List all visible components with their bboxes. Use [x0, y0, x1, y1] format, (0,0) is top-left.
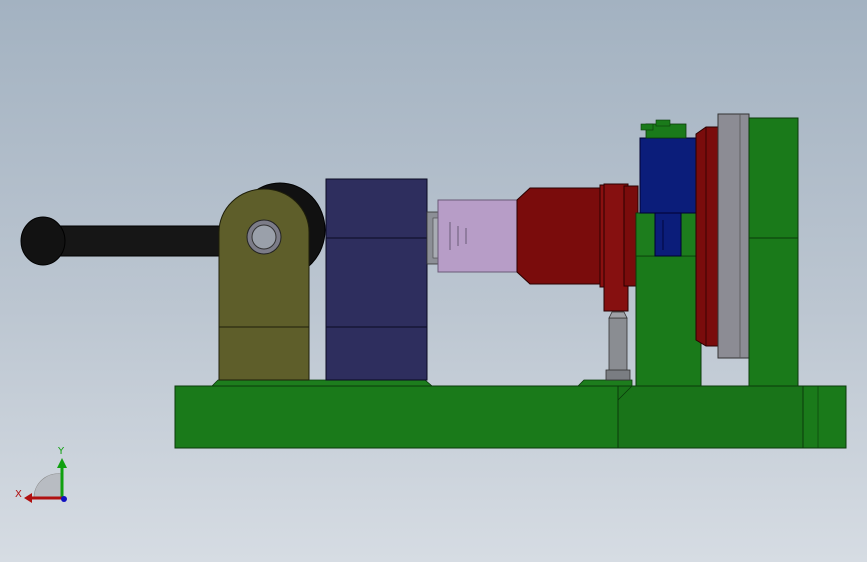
- sleeve[interactable]: [437, 199, 518, 273]
- cad-model[interactable]: [0, 0, 867, 562]
- x-axis-label: X: [15, 489, 22, 500]
- y-axis-label: Y: [57, 446, 65, 457]
- gray-disc[interactable]: [717, 113, 750, 359]
- red-nut[interactable]: [516, 183, 639, 312]
- orientation-triad: Y X: [15, 446, 67, 503]
- z-axis-dot-icon: [61, 496, 67, 502]
- red-flange[interactable]: [695, 126, 719, 347]
- end-plate[interactable]: [748, 117, 799, 387]
- triad-plane-icon: [33, 473, 63, 499]
- clamp-body[interactable]: [218, 188, 310, 381]
- top-connector[interactable]: [640, 119, 687, 139]
- support-block[interactable]: [325, 178, 428, 381]
- locating-pin[interactable]: [605, 311, 631, 381]
- base-plate[interactable]: [174, 379, 847, 449]
- handle-lever[interactable]: [20, 216, 231, 266]
- graphics-viewport[interactable]: Y X: [0, 0, 867, 562]
